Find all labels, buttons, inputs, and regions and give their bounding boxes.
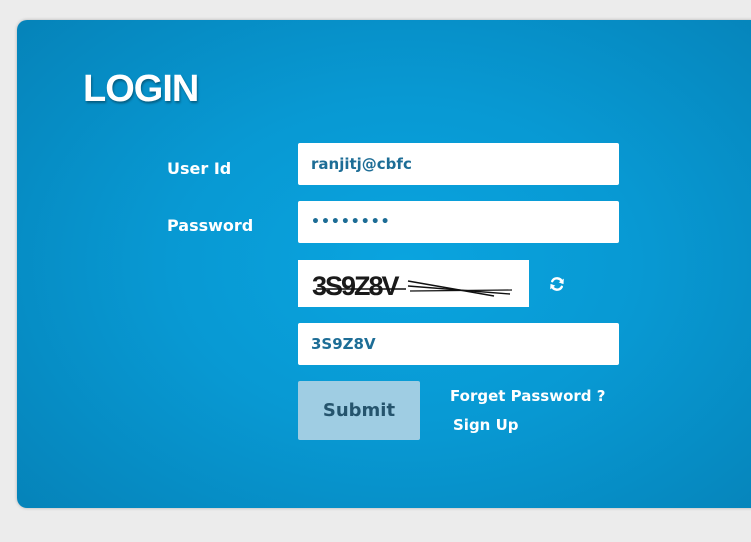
sign-up-link[interactable]: Sign Up [453,416,519,434]
login-title: LOGIN [83,68,199,110]
login-panel: LOGIN User Id ranjitj@cbfc Password ••••… [17,20,751,508]
captcha-text: 3S9Z8V [312,271,400,301]
user-id-label: User Id [167,159,232,178]
password-label: Password [167,216,254,235]
captcha-input[interactable]: 3S9Z8V [298,323,619,365]
user-id-value: ranjitj@cbfc [311,155,412,173]
refresh-icon[interactable] [549,276,565,292]
captcha-input-value: 3S9Z8V [311,335,376,353]
user-id-input[interactable]: ranjitj@cbfc [298,143,619,185]
password-value: •••••••• [311,214,391,230]
submit-button[interactable]: Submit [298,381,420,440]
password-input[interactable]: •••••••• [298,201,619,243]
forget-password-link[interactable]: Forget Password ? [450,387,605,405]
captcha-image: 3S9Z8V [298,260,529,307]
